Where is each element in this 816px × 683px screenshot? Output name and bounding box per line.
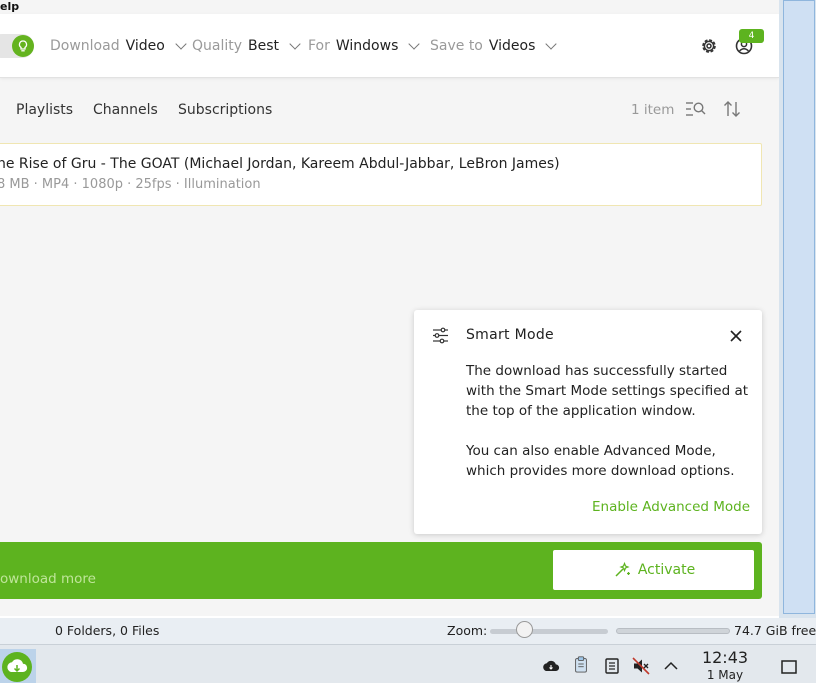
zoom-slider[interactable] [490,629,608,634]
notification-badge: 4 [739,29,764,43]
notes-tray-icon[interactable] [603,657,621,675]
app-window: elp Download Video Quality Best For Wind… [0,0,779,616]
background-window-edge [779,0,816,618]
clock-date: 1 May 2024 [706,668,744,683]
download-type-dropdown[interactable]: Download Video [50,37,187,54]
file-manager-statusbar: 0 Folders, 0 Files Zoom: 74.7 GiB free [0,618,816,644]
taskbar-clock[interactable]: 12:43 1 May 2024 [690,648,760,683]
item-title: he Rise of Gru - The GOAT (Michael Jorda… [0,156,560,172]
menu-item-help[interactable]: elp [0,0,19,13]
activate-label: Activate [637,562,696,578]
smart-mode-toggle[interactable] [0,34,34,58]
tab-subscriptions[interactable]: Subscriptions [178,102,272,118]
popup-message-1: The download has successfully started wi… [466,363,749,419]
list-item[interactable]: he Rise of Gru - The GOAT (Michael Jorda… [0,143,762,206]
gear-icon[interactable] [699,36,719,56]
taskbar-app-downloader[interactable] [0,649,36,683]
zoom-label: Zoom: [447,623,488,638]
enable-advanced-mode-link[interactable]: Enable Advanced Mode [592,499,750,515]
chevron-down-icon [289,37,301,50]
volume-muted-icon[interactable] [632,657,650,675]
close-icon[interactable] [729,329,743,343]
quality-dropdown[interactable]: Quality Best [192,37,301,54]
smart-mode-toolbar: Download Video Quality Best For Windows … [0,14,779,78]
clock-time: 12:43 [701,648,749,667]
save-location-dropdown[interactable]: Save to Videos [430,37,558,54]
promo-text: ownload more [0,571,96,587]
zoom-slider-handle[interactable] [516,621,533,638]
platform-dropdown[interactable]: For Windows [308,37,421,54]
magic-wand-icon [615,561,630,577]
search-list-icon[interactable] [685,100,707,118]
popup-title: Smart Mode [466,327,554,343]
folder-file-summary: 0 Folders, 0 Files [55,623,160,638]
taskbar: 12:43 1 May 2024 [0,644,816,683]
disk-free-text: 74.7 GiB free [734,623,816,638]
tab-playlists[interactable]: Playlists [16,102,73,118]
activate-button[interactable]: Activate [553,550,754,590]
disk-free-bar [616,628,730,634]
chevron-down-icon [545,37,558,50]
cloud-download-icon [2,652,32,682]
cloud-sync-tray-icon[interactable] [542,657,560,675]
clipboard-tray-icon[interactable] [572,655,590,673]
popup-message-2: You can also enable Advanced Mode, which… [466,443,735,479]
sort-icon[interactable] [722,100,742,118]
chevron-down-icon [408,37,421,50]
chevron-up-icon[interactable] [662,657,680,675]
chevron-down-icon [175,37,187,50]
lightbulb-icon [12,35,34,57]
item-meta: 8 MB · MP4 · 1080p · 25fps · Illuminatio… [0,177,261,192]
show-desktop-icon[interactable] [780,658,798,676]
tab-channels[interactable]: Channels [93,102,158,118]
smart-mode-popup: Smart Mode The download has successfully… [414,310,762,534]
promo-banner: ownload more Activate [0,542,762,599]
sliders-icon [433,327,448,344]
item-count: 1 item [631,102,675,118]
